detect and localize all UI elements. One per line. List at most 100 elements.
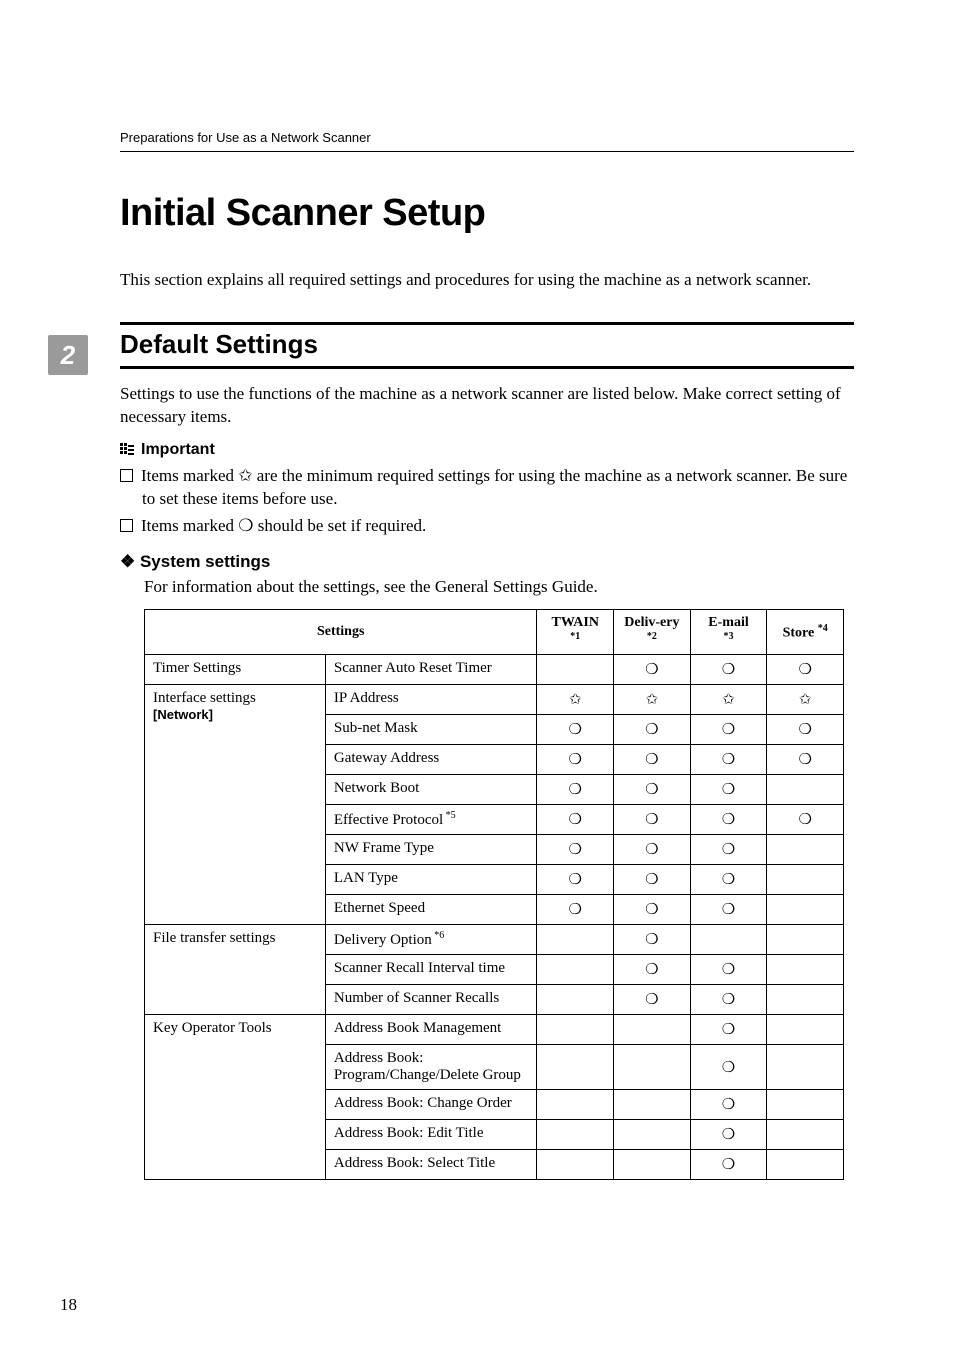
important-item-text: Items marked ✩ are the minimum required … xyxy=(141,466,847,508)
store-cell xyxy=(767,835,844,865)
category-label: Timer Settings xyxy=(153,660,241,676)
item-sup: *5 xyxy=(443,810,456,821)
email-cell: ❍ xyxy=(690,1045,767,1090)
delivery-cell: ✩ xyxy=(614,685,691,715)
category-label: Key Operator Tools xyxy=(153,1020,272,1036)
email-cell: ❍ xyxy=(690,835,767,865)
category-label: Interface settings xyxy=(153,690,256,706)
twain-cell xyxy=(537,1015,614,1045)
delivery-cell: ❍ xyxy=(614,715,691,745)
store-cell: ❍ xyxy=(767,715,844,745)
item-label: Ethernet Speed xyxy=(334,900,425,916)
col-delivery: Deliv-ery *2 xyxy=(614,609,691,655)
email-cell: ❍ xyxy=(690,955,767,985)
col-store-label: Store xyxy=(783,625,815,640)
store-cell xyxy=(767,865,844,895)
store-cell: ❍ xyxy=(767,805,844,835)
intro-text: This section explains all required setti… xyxy=(120,269,854,292)
page-number: 18 xyxy=(60,1295,77,1315)
section-body: Settings to use the functions of the mac… xyxy=(120,383,854,429)
item-cell: Address Book: Select Title xyxy=(325,1150,537,1180)
delivery-cell: ❍ xyxy=(614,985,691,1015)
category-cell: Key Operator Tools xyxy=(145,1015,326,1180)
important-item: Items marked ❍ should be set if required… xyxy=(120,515,854,538)
col-delivery-sup: *2 xyxy=(647,631,657,642)
email-cell: ❍ xyxy=(690,895,767,925)
col-twain: TWAIN*1 xyxy=(537,609,614,655)
item-cell: Address Book: Program/Change/Delete Grou… xyxy=(325,1045,537,1090)
twain-cell: ❍ xyxy=(537,835,614,865)
twain-cell: ❍ xyxy=(537,745,614,775)
section-rule-bottom xyxy=(120,366,854,369)
email-cell: ❍ xyxy=(690,805,767,835)
col-store: Store *4 xyxy=(767,609,844,655)
email-cell: ❍ xyxy=(690,865,767,895)
twain-cell xyxy=(537,655,614,685)
item-cell: IP Address xyxy=(325,685,537,715)
table-row: Interface settings[Network]IP Address✩✩✩… xyxy=(145,685,844,715)
item-cell: Effective Protocol *5 xyxy=(325,805,537,835)
item-cell: Network Boot xyxy=(325,775,537,805)
item-label: NW Frame Type xyxy=(334,840,434,856)
category-extra-label: [Network] xyxy=(153,707,213,722)
col-email-label: E-mail xyxy=(708,615,748,630)
item-label: Address Book: Change Order xyxy=(334,1095,512,1111)
store-cell xyxy=(767,1120,844,1150)
table-row: Timer SettingsScanner Auto Reset Timer❍❍… xyxy=(145,655,844,685)
system-settings-note: For information about the settings, see … xyxy=(144,576,854,599)
col-settings: Settings xyxy=(145,609,537,655)
delivery-cell xyxy=(614,1120,691,1150)
store-cell xyxy=(767,985,844,1015)
email-cell xyxy=(690,925,767,955)
twain-cell xyxy=(537,1120,614,1150)
twain-cell: ❍ xyxy=(537,715,614,745)
email-cell: ❍ xyxy=(690,745,767,775)
important-label: Important xyxy=(141,441,215,459)
item-label: Address Book: Program/Change/Delete Grou… xyxy=(334,1050,521,1083)
item-cell: Ethernet Speed xyxy=(325,895,537,925)
delivery-cell xyxy=(614,1090,691,1120)
twain-cell: ❍ xyxy=(537,865,614,895)
email-cell: ❍ xyxy=(690,1150,767,1180)
table-body: Timer SettingsScanner Auto Reset Timer❍❍… xyxy=(145,655,844,1180)
item-label: Gateway Address xyxy=(334,750,439,766)
important-item: Items marked ✩ are the minimum required … xyxy=(120,465,854,511)
chapter-tab: 2 xyxy=(48,335,88,375)
twain-cell: ❍ xyxy=(537,805,614,835)
delivery-cell: ❍ xyxy=(614,745,691,775)
table-row: Key Operator Tools Address Book Managemen… xyxy=(145,1015,844,1045)
store-cell xyxy=(767,895,844,925)
email-cell: ❍ xyxy=(690,715,767,745)
twain-cell: ❍ xyxy=(537,895,614,925)
item-cell: Address Book Management xyxy=(325,1015,537,1045)
category-cell: File transfer settings xyxy=(145,925,326,1015)
item-label: LAN Type xyxy=(334,870,398,886)
twain-cell xyxy=(537,985,614,1015)
store-cell xyxy=(767,1090,844,1120)
category-label: File transfer settings xyxy=(153,930,275,946)
important-icon xyxy=(120,442,136,458)
twain-cell xyxy=(537,1150,614,1180)
store-cell xyxy=(767,955,844,985)
twain-cell: ❍ xyxy=(537,775,614,805)
store-cell xyxy=(767,1045,844,1090)
settings-table: Settings TWAIN*1 Deliv-ery *2 E-mail*3 S… xyxy=(144,609,844,1181)
page-title: Initial Scanner Setup xyxy=(120,192,854,235)
col-delivery-label: Deliv-ery xyxy=(624,615,679,630)
section-rule-top xyxy=(120,322,854,325)
store-cell: ❍ xyxy=(767,745,844,775)
col-email-sup: *3 xyxy=(724,631,734,642)
item-cell: Delivery Option *6 xyxy=(325,925,537,955)
delivery-cell: ❍ xyxy=(614,835,691,865)
system-settings-title: System settings xyxy=(140,552,270,571)
email-cell: ❍ xyxy=(690,775,767,805)
twain-cell xyxy=(537,955,614,985)
item-label: Address Book: Edit Title xyxy=(334,1125,484,1141)
chapter-tab-number: 2 xyxy=(61,340,75,371)
box-bullet-icon xyxy=(120,519,133,532)
delivery-cell: ❍ xyxy=(614,925,691,955)
store-cell xyxy=(767,775,844,805)
email-cell: ✩ xyxy=(690,685,767,715)
item-cell: Gateway Address xyxy=(325,745,537,775)
item-cell: Address Book: Edit Title xyxy=(325,1120,537,1150)
